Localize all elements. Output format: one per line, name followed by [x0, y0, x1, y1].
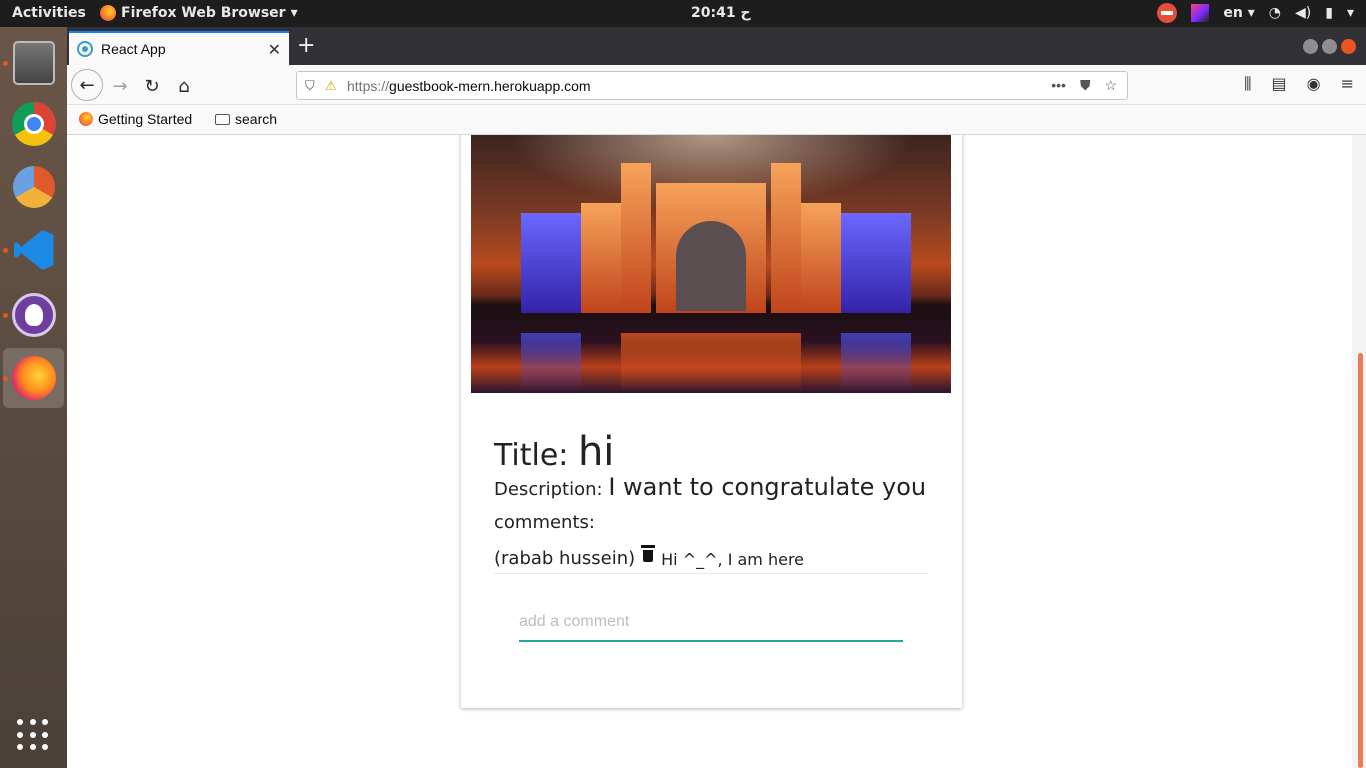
chromium-icon — [12, 166, 55, 208]
title-value: hi — [577, 429, 615, 475]
tab-react-app[interactable]: React App ✕ — [69, 31, 289, 65]
url-text[interactable]: https://guestbook-mern.herokuapp.com — [347, 78, 1051, 94]
dock-item-github-desktop[interactable] — [3, 285, 64, 345]
firefox-icon — [100, 5, 116, 21]
dock-item-firefox[interactable] — [3, 348, 64, 408]
tab-title: React App — [101, 41, 166, 57]
description-label: Description: — [494, 479, 603, 500]
app-menu[interactable]: Firefox Web Browser ▾ — [100, 5, 298, 21]
vscode-icon — [13, 230, 54, 270]
activities-button[interactable]: Activities — [12, 5, 86, 21]
do-not-disturb-icon[interactable] — [1157, 3, 1178, 23]
page-viewport: Title: hi Description: I want to congrat… — [67, 135, 1366, 768]
menu-hamburger-icon[interactable]: ≡ — [1341, 74, 1354, 94]
folder-icon — [215, 113, 230, 125]
input-language-indicator[interactable]: en ▾ — [1223, 5, 1254, 21]
clock[interactable]: 20:41 ح — [691, 5, 751, 21]
back-button[interactable]: ← — [71, 69, 103, 101]
dock-item-files[interactable] — [3, 33, 64, 93]
comment-text: Hi ^_^, I am here — [661, 550, 805, 569]
page-scrollbar[interactable] — [1352, 135, 1366, 768]
minimize-button[interactable] — [1303, 39, 1318, 54]
page-actions-icon[interactable]: ••• — [1051, 77, 1066, 94]
show-applications-icon[interactable] — [17, 719, 49, 751]
new-tab-button[interactable]: + — [297, 35, 315, 57]
post-description: Description: I want to congratulate you — [494, 475, 928, 500]
volume-icon[interactable]: ◀) — [1295, 5, 1311, 21]
tracking-protection-shield-icon[interactable]: ⛉ — [305, 78, 319, 94]
system-menu-chevron-icon[interactable]: ▾ — [1347, 5, 1354, 21]
system-tray[interactable]: en ▾ ◔ ◀) ▮ ▾ — [1157, 3, 1354, 23]
files-icon — [12, 41, 55, 85]
running-indicator — [3, 313, 8, 318]
window-controls — [1303, 39, 1356, 54]
dock — [0, 27, 67, 768]
library-icon[interactable]: ⫼ — [1244, 74, 1251, 94]
wifi-icon[interactable]: ◔ — [1269, 5, 1281, 21]
comment-item: (rabab hussein) Hi ^_^, I am here — [494, 545, 928, 574]
post-image — [471, 135, 951, 393]
description-value: I want to congratulate you — [608, 473, 927, 501]
title-label: Title: — [494, 438, 569, 473]
close-window-button[interactable] — [1341, 39, 1356, 54]
comment-author: (rabab hussein) — [494, 548, 636, 569]
chevron-down-icon: ▾ — [290, 5, 298, 21]
pocket-icon[interactable]: ⛊ — [1080, 77, 1091, 94]
system-top-bar: Activities Firefox Web Browser ▾ 20:41 ح… — [0, 0, 1366, 27]
bookmark-star-icon[interactable]: ☆ — [1104, 77, 1117, 94]
post-title: Title: hi — [494, 432, 928, 473]
app-menu-label: Firefox Web Browser — [121, 5, 286, 21]
navigation-toolbar: ← → ↻ ⌂ ⛉ ⚠ https://guestbook-mern.herok… — [67, 65, 1366, 105]
guestbook-card: Title: hi Description: I want to congrat… — [461, 135, 962, 708]
github-desktop-icon — [11, 293, 56, 337]
maximize-button[interactable] — [1322, 39, 1337, 54]
chrome-icon — [11, 102, 56, 146]
forward-button[interactable]: → — [105, 71, 135, 101]
comments-heading: comments: — [494, 512, 595, 533]
bookmark-getting-started[interactable]: Getting Started — [79, 111, 192, 127]
dock-item-vscode[interactable] — [3, 220, 64, 280]
running-indicator — [3, 61, 8, 66]
react-favicon-icon — [77, 41, 93, 57]
bookmark-folder-search[interactable]: search — [215, 111, 277, 127]
home-button[interactable]: ⌂ — [169, 71, 199, 101]
url-bar[interactable]: ⛉ ⚠ https://guestbook-mern.herokuapp.com… — [296, 71, 1128, 100]
reload-button[interactable]: ↻ — [137, 71, 167, 101]
add-comment-input[interactable] — [519, 604, 903, 642]
app-indicator-icon[interactable] — [1191, 4, 1210, 22]
card-content: Title: hi Description: I want to congrat… — [494, 432, 928, 574]
dock-item-chromium[interactable] — [3, 157, 64, 217]
bookmarks-toolbar: Getting Started search — [67, 105, 1366, 135]
close-tab-icon[interactable]: ✕ — [268, 40, 281, 59]
firefox-icon — [79, 112, 93, 126]
dock-item-chrome[interactable] — [3, 94, 64, 154]
scrollbar-thumb[interactable] — [1358, 353, 1363, 768]
tab-bar: React App ✕ + — [67, 27, 1366, 65]
delete-comment-trash-icon[interactable] — [641, 545, 656, 563]
account-icon[interactable]: ◉ — [1307, 74, 1321, 94]
running-indicator — [3, 376, 8, 381]
insecure-warning-icon[interactable]: ⚠ — [325, 78, 339, 94]
sidebar-icon[interactable]: ▤ — [1272, 74, 1287, 94]
firefox-icon — [11, 356, 56, 400]
battery-icon[interactable]: ▮ — [1325, 5, 1333, 21]
running-indicator — [3, 248, 8, 253]
